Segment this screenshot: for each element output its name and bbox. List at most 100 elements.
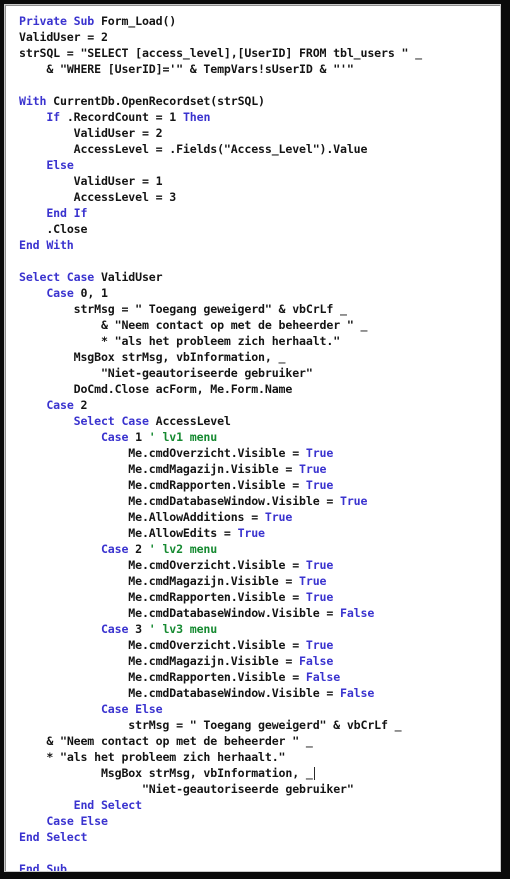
code-token-pln: strMsg = " Toegang geweigerd" & vbCrLf bbox=[73, 302, 341, 316]
code-token-kw: Select Case bbox=[19, 270, 101, 284]
code-token-kw: False bbox=[340, 686, 375, 700]
code-token-cont: _ bbox=[340, 302, 347, 316]
code-line[interactable]: Case 0, 1 bbox=[6, 285, 500, 301]
code-token-kw: End Select bbox=[73, 798, 142, 812]
code-token-kw: With bbox=[19, 94, 54, 108]
code-line[interactable] bbox=[6, 845, 500, 861]
code-token-pln: Me.AllowEdits = bbox=[128, 526, 238, 540]
code-line[interactable]: AccessLevel = .Fields("Access_Level").Va… bbox=[6, 141, 500, 157]
code-line[interactable]: End Select bbox=[6, 829, 500, 845]
code-line[interactable]: & "Neem contact op met de beheerder " _ bbox=[6, 317, 500, 333]
code-line[interactable]: Select Case AccessLevel bbox=[6, 413, 500, 429]
code-line[interactable]: & "Neem contact op met de beheerder " _ bbox=[6, 733, 500, 749]
code-line[interactable]: Me.cmdMagazijn.Visible = True bbox=[6, 461, 500, 477]
code-line[interactable]: Me.AllowEdits = True bbox=[6, 525, 500, 541]
code-token-cont: _ bbox=[415, 46, 422, 60]
code-token-kw: True bbox=[305, 590, 334, 604]
code-token-kw: Case bbox=[100, 622, 136, 636]
code-editor-surface[interactable]: Private Sub Form_Load() ValidUser = 2 strS… bbox=[5, 5, 500, 871]
code-token-kw: False bbox=[340, 606, 375, 620]
code-line[interactable]: * "als het probleem zich herhaalt." bbox=[6, 749, 500, 765]
code-token-pln: 3 bbox=[135, 622, 149, 636]
code-line[interactable]: Me.cmdDatabaseWindow.Visible = False bbox=[6, 605, 500, 621]
code-token-pln: AccessLevel = .Fields("Access_Level").Va… bbox=[73, 142, 368, 156]
code-line[interactable]: DoCmd.Close acForm, Me.Form.Name bbox=[6, 381, 500, 397]
code-line[interactable]: MsgBox strMsg, vbInformation, _ bbox=[6, 349, 500, 365]
code-line[interactable]: Me.cmdDatabaseWindow.Visible = True bbox=[6, 493, 500, 509]
code-token-kw: Case bbox=[46, 286, 81, 300]
code-line[interactable]: End With bbox=[6, 237, 500, 253]
code-token-cmt: ' lv3 menu bbox=[148, 622, 218, 636]
code-line[interactable]: * "als het probleem zich herhaalt." bbox=[6, 333, 500, 349]
code-line[interactable]: Me.cmdMagazijn.Visible = False bbox=[6, 653, 500, 669]
code-token-kw: False bbox=[305, 670, 341, 684]
code-token-pln: Me.cmdMagazijn.Visible = bbox=[128, 462, 300, 476]
code-line[interactable]: strMsg = " Toegang geweigerd" & vbCrLf _ bbox=[6, 717, 500, 733]
code-line[interactable]: Case 2 bbox=[6, 397, 500, 413]
code-token-pln: .RecordCount = 1 bbox=[66, 110, 183, 124]
code-line[interactable]: "Niet-geautoriseerde gebruiker" bbox=[6, 781, 500, 797]
code-token-kw: True bbox=[299, 574, 327, 588]
code-line[interactable]: Case Else bbox=[6, 701, 500, 717]
code-line[interactable]: Case 1 ' lv1 menu bbox=[6, 429, 500, 445]
code-line[interactable]: Select Case ValidUser bbox=[6, 269, 500, 285]
code-token-pln: ValidUser = 2 bbox=[19, 30, 108, 44]
code-line[interactable]: strSQL = "SELECT [access_level],[UserID]… bbox=[6, 45, 500, 61]
code-token-kw: Case bbox=[100, 430, 136, 444]
code-line[interactable]: Me.cmdOverzicht.Visible = True bbox=[6, 557, 500, 573]
code-token-kw: False bbox=[299, 654, 334, 668]
code-token-cont: _ bbox=[305, 734, 313, 748]
code-line[interactable]: Me.cmdDatabaseWindow.Visible = False bbox=[6, 685, 500, 701]
code-token-kw: Then bbox=[182, 110, 211, 124]
code-line[interactable] bbox=[6, 253, 500, 269]
code-line[interactable]: Case 3 ' lv3 menu bbox=[6, 621, 500, 637]
code-token-pln: Me.cmdMagazijn.Visible = bbox=[128, 654, 300, 668]
code-line[interactable]: strMsg = " Toegang geweigerd" & vbCrLf _ bbox=[6, 301, 500, 317]
code-listing[interactable]: Private Sub Form_Load() ValidUser = 2 strS… bbox=[6, 13, 500, 871]
code-line[interactable]: Me.cmdOverzicht.Visible = True bbox=[6, 445, 500, 461]
code-line[interactable]: With CurrentDb.OpenRecordset(strSQL) bbox=[6, 93, 500, 109]
code-token-pln: Me.cmdDatabaseWindow.Visible = bbox=[128, 686, 341, 700]
code-line[interactable]: Case 2 ' lv2 menu bbox=[6, 541, 500, 557]
code-line[interactable]: Me.cmdOverzicht.Visible = True bbox=[6, 637, 500, 653]
code-token-pln: MsgBox strMsg, vbInformation, bbox=[100, 766, 306, 780]
code-line[interactable]: ValidUser = 1 bbox=[6, 173, 500, 189]
code-line[interactable]: If .RecordCount = 1 Then bbox=[6, 109, 500, 125]
code-line[interactable]: Me.cmdRapporten.Visible = False bbox=[6, 669, 500, 685]
code-token-kw: Select Case bbox=[73, 414, 156, 428]
code-token-kw: True bbox=[305, 638, 334, 652]
code-line[interactable]: Me.cmdMagazijn.Visible = True bbox=[6, 573, 500, 589]
code-token-pln: & "Neem contact op met de beheerder " bbox=[100, 318, 361, 332]
code-token-kw: True bbox=[264, 510, 293, 524]
code-token-kw: True bbox=[299, 462, 327, 476]
code-token-pln: strMsg = " Toegang geweigerd" & vbCrLf bbox=[128, 718, 395, 732]
code-line[interactable]: ValidUser = 2 bbox=[6, 29, 500, 45]
code-line[interactable]: Me.cmdRapporten.Visible = True bbox=[6, 477, 500, 493]
code-line[interactable]: "Niet-geautoriseerde gebruiker" bbox=[6, 365, 500, 381]
code-token-pln: 0, 1 bbox=[80, 286, 108, 300]
code-line[interactable]: & "WHERE [UserID]='" & TempVars!sUserID … bbox=[6, 61, 500, 77]
code-line[interactable]: Private Sub Form_Load() bbox=[6, 13, 500, 29]
code-token-pln: ValidUser bbox=[100, 270, 163, 284]
code-line[interactable]: MsgBox strMsg, vbInformation, _ bbox=[6, 765, 500, 781]
code-token-kw: If bbox=[46, 110, 67, 124]
code-token-pln: ValidUser = 2 bbox=[73, 126, 163, 140]
code-line[interactable]: Case Else bbox=[6, 813, 500, 829]
code-token-pln: Me.cmdRapporten.Visible = bbox=[128, 590, 306, 604]
code-token-kw: Case bbox=[100, 542, 136, 556]
code-line[interactable]: ValidUser = 2 bbox=[6, 125, 500, 141]
code-token-cont: _ bbox=[360, 318, 368, 332]
code-token-pln: "Niet-geautoriseerde gebruiker" bbox=[100, 366, 313, 380]
code-line[interactable]: Else bbox=[6, 157, 500, 173]
code-line[interactable]: .Close bbox=[6, 221, 500, 237]
code-line[interactable]: Me.AllowAdditions = True bbox=[6, 509, 500, 525]
code-line[interactable]: AccessLevel = 3 bbox=[6, 189, 500, 205]
code-line[interactable] bbox=[6, 77, 500, 93]
code-line[interactable]: End Select bbox=[6, 797, 500, 813]
code-line[interactable]: End Sub bbox=[6, 861, 500, 871]
code-token-kw: Case Else bbox=[100, 702, 163, 716]
code-line[interactable]: End If bbox=[6, 205, 500, 221]
code-token-pln: "Niet-geautoriseerde gebruiker" bbox=[141, 782, 354, 796]
code-token-pln: DoCmd.Close acForm, Me.Form.Name bbox=[73, 382, 293, 396]
code-line[interactable]: Me.cmdRapporten.Visible = True bbox=[6, 589, 500, 605]
